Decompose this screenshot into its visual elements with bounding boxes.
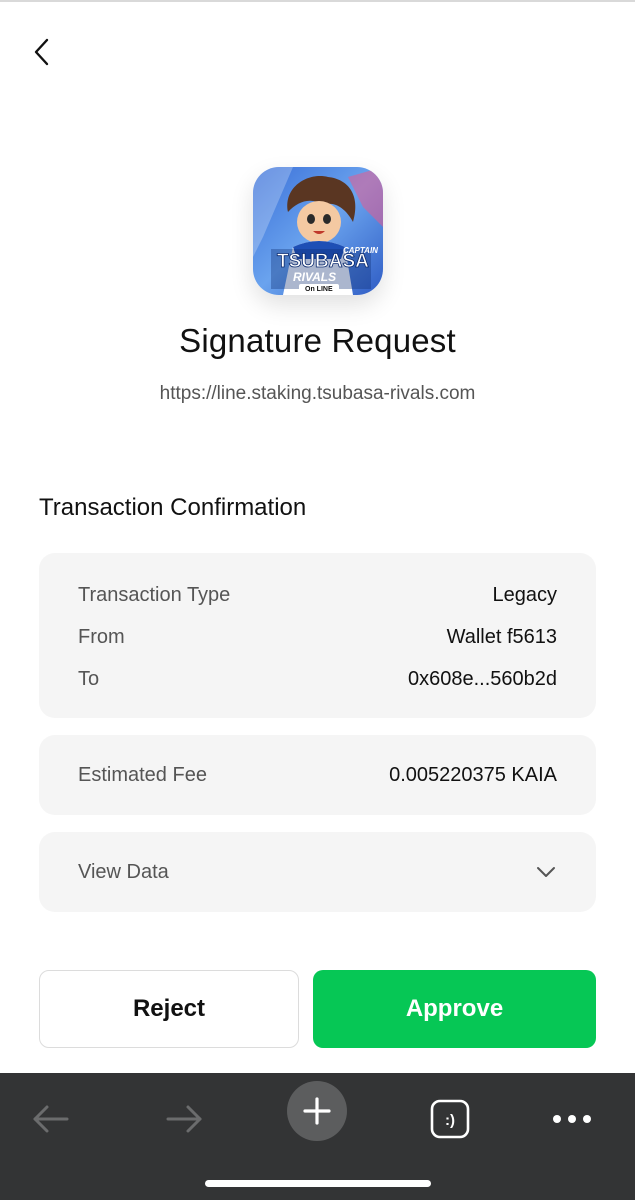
- estimated-fee-card: Estimated Fee 0.005220375 KAIA: [39, 735, 596, 815]
- detail-label: To: [78, 667, 100, 690]
- app-icon-text-4: On LINE: [305, 286, 333, 293]
- detail-value: 0x608e...560b2d: [407, 667, 557, 690]
- app-logo-image: CAPTAIN TSUBASA RIVALS On LINE: [253, 167, 383, 295]
- app-icon-text-2: TSUBASA: [277, 251, 369, 272]
- arrow-right-icon: [166, 1105, 202, 1133]
- browser-add-button[interactable]: [287, 1081, 347, 1141]
- browser-forward-button[interactable]: [152, 1087, 216, 1151]
- approve-button[interactable]: Approve: [313, 970, 596, 1048]
- transaction-details-card: Transaction Type Legacy From Wallet f561…: [39, 553, 596, 718]
- app-icon: CAPTAIN TSUBASA RIVALS On LINE: [253, 167, 383, 295]
- view-data-toggle[interactable]: View Data: [39, 832, 596, 912]
- back-button[interactable]: [22, 30, 62, 74]
- section-title: Transaction Confirmation: [39, 494, 307, 521]
- view-data-label: View Data: [78, 860, 169, 883]
- detail-value: Legacy: [492, 583, 558, 606]
- chevron-down-icon: [535, 861, 557, 883]
- fee-row: Estimated Fee 0.005220375 KAIA: [78, 735, 557, 815]
- top-divider: [0, 0, 635, 2]
- detail-row-to: To 0x608e...560b2d: [78, 658, 557, 700]
- smiley-tab-icon: :): [430, 1099, 470, 1139]
- chevron-left-icon: [34, 38, 49, 66]
- detail-value: Wallet f5613: [446, 625, 557, 648]
- browser-tabs-button[interactable]: :): [418, 1087, 482, 1151]
- signature-request-screen: CAPTAIN TSUBASA RIVALS On LINE Signature…: [0, 0, 635, 1200]
- reject-button[interactable]: Reject: [39, 970, 299, 1048]
- plus-icon: [303, 1097, 331, 1125]
- site-url: https://line.staking.tsubasa-rivals.com: [159, 383, 476, 404]
- detail-row-from: From Wallet f5613: [78, 616, 557, 658]
- page-title: Signature Request: [179, 322, 456, 359]
- browser-more-button[interactable]: [540, 1087, 604, 1151]
- fee-label: Estimated Fee: [78, 763, 207, 786]
- fee-value: 0.005220375 KAIA: [389, 763, 557, 786]
- detail-label: From: [78, 625, 125, 648]
- arrow-left-icon: [33, 1105, 69, 1133]
- home-indicator: [205, 1180, 431, 1187]
- browser-back-button[interactable]: [19, 1087, 83, 1151]
- more-dots-icon: [553, 1115, 591, 1123]
- app-icon-text-3: RIVALS: [293, 270, 336, 284]
- detail-row-transaction-type: Transaction Type Legacy: [78, 574, 557, 616]
- view-data-row: View Data: [78, 832, 557, 912]
- detail-label: Transaction Type: [78, 583, 231, 606]
- tab-glyph: :): [445, 1112, 455, 1129]
